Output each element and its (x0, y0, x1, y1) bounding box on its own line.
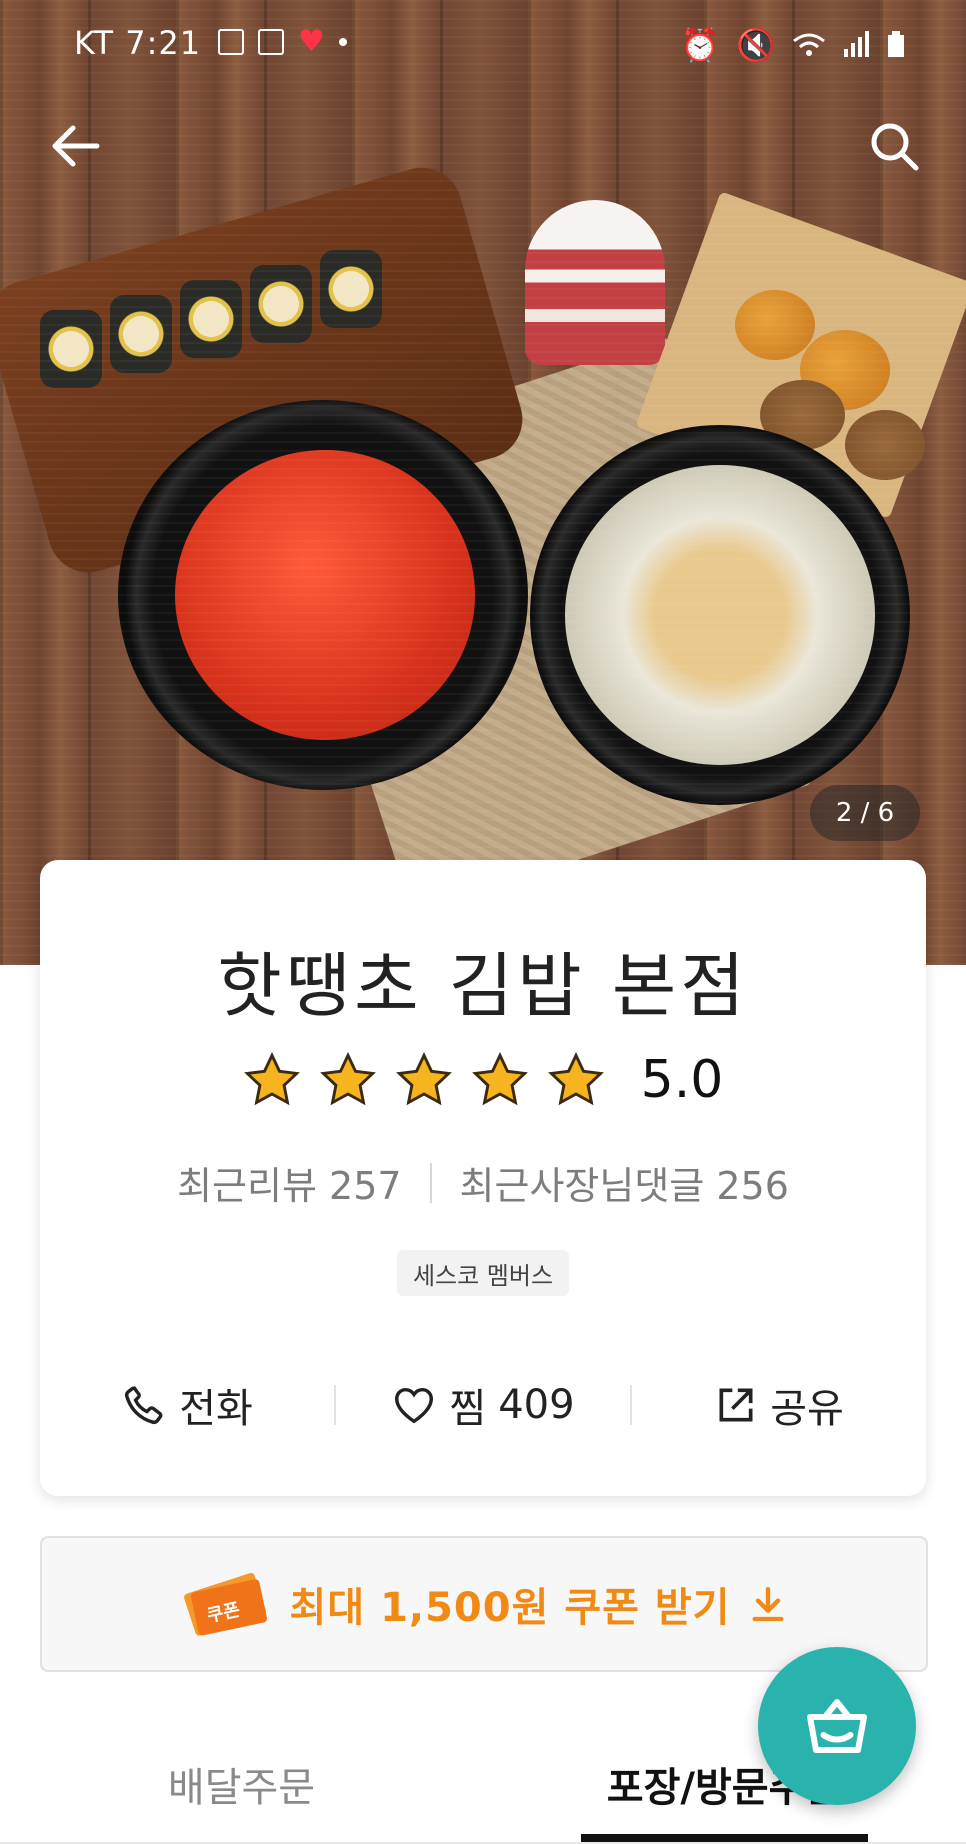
basket-icon (807, 1699, 867, 1753)
cutting-board (0, 158, 532, 582)
coupon-label: 최대 1,500원 쿠폰 받기 (289, 1585, 731, 1631)
star-icon (395, 1051, 452, 1106)
store-info-card: 핫땡초 김밥 본점 5.0 최근리뷰 257 최근사장님댓글 256 세스코 멤… (40, 860, 926, 1496)
kimbap-piece (40, 310, 102, 388)
kimbap-piece (110, 295, 172, 373)
placemat (267, 336, 813, 914)
fritter (800, 330, 890, 410)
more-notifications-icon (338, 37, 347, 46)
call-button[interactable]: 전화 (40, 1376, 334, 1434)
search-button[interactable] (858, 110, 930, 182)
favorite-count: 409 (498, 1382, 575, 1428)
action-row: 전화 찜 409 공유 (40, 1370, 926, 1440)
fritter (760, 380, 845, 450)
fritter (735, 290, 815, 360)
favorite-label: 찜 (449, 1386, 487, 1432)
recent-reviews-link[interactable]: 최근리뷰 257 (177, 1155, 401, 1210)
fritter-tray (635, 191, 966, 519)
kimbap-piece (180, 280, 242, 358)
share-button[interactable]: 공유 (632, 1376, 926, 1434)
store-name: 핫땡초 김밥 본점 (217, 945, 749, 1027)
heart-icon (395, 1387, 434, 1424)
coupon-ticket-icon: 쿠폰 (180, 1564, 272, 1644)
favorite-button[interactable]: 찜 409 (336, 1376, 630, 1434)
arrow-left-icon (52, 125, 100, 167)
download-icon (752, 1586, 784, 1622)
rating-row[interactable]: 5.0 (40, 1050, 926, 1110)
star-icon (319, 1051, 376, 1106)
star-icon (471, 1051, 528, 1106)
signal-icon (844, 31, 869, 57)
alarm-icon: ⏰ (680, 26, 721, 64)
tteokbokki (175, 450, 475, 740)
share-icon (719, 1388, 753, 1422)
kimbap-piece (320, 250, 382, 328)
phone-icon (125, 1386, 163, 1425)
udon (565, 465, 875, 765)
tteokbokki-bowl (118, 400, 528, 790)
cake (525, 200, 665, 365)
gallery-pager: 2 / 6 (810, 785, 920, 841)
divider (429, 1162, 432, 1203)
status-time: KT 7:21 (74, 24, 202, 62)
star-icon (547, 1051, 604, 1106)
notification-icons: ♥ (218, 24, 347, 59)
owner-replies-link[interactable]: 최근사장님댓글 256 (460, 1155, 789, 1210)
fritter (845, 410, 925, 480)
cart-button[interactable] (758, 1647, 916, 1805)
star-icon (243, 1051, 300, 1106)
back-button[interactable] (40, 110, 112, 182)
call-label: 전화 (179, 1386, 253, 1432)
share-label: 공유 (770, 1386, 844, 1432)
system-icons: ⏰ 🔇 (680, 26, 906, 64)
udon-bowl (530, 425, 910, 805)
review-counts: 최근리뷰 257 최근사장님댓글 256 (40, 1155, 926, 1210)
rating-value: 5.0 (640, 1050, 724, 1110)
kimbap-piece (250, 265, 312, 343)
notification-icon (218, 28, 244, 55)
cesco-badge: 세스코 멤버스 (397, 1250, 569, 1296)
tab-delivery[interactable]: 배달주문 (0, 1726, 483, 1842)
coupon-banner[interactable]: 쿠폰 최대 1,500원 쿠폰 받기 (40, 1536, 928, 1672)
heart-notification-icon: ♥ (298, 24, 325, 59)
search-icon (871, 123, 919, 171)
mute-icon: 🔇 (736, 26, 776, 64)
notification-icon (258, 28, 284, 55)
battery-icon (888, 31, 904, 57)
status-bar: KT 7:21 ♥ ⏰ 🔇 (0, 0, 966, 90)
wifi-icon (793, 33, 825, 56)
